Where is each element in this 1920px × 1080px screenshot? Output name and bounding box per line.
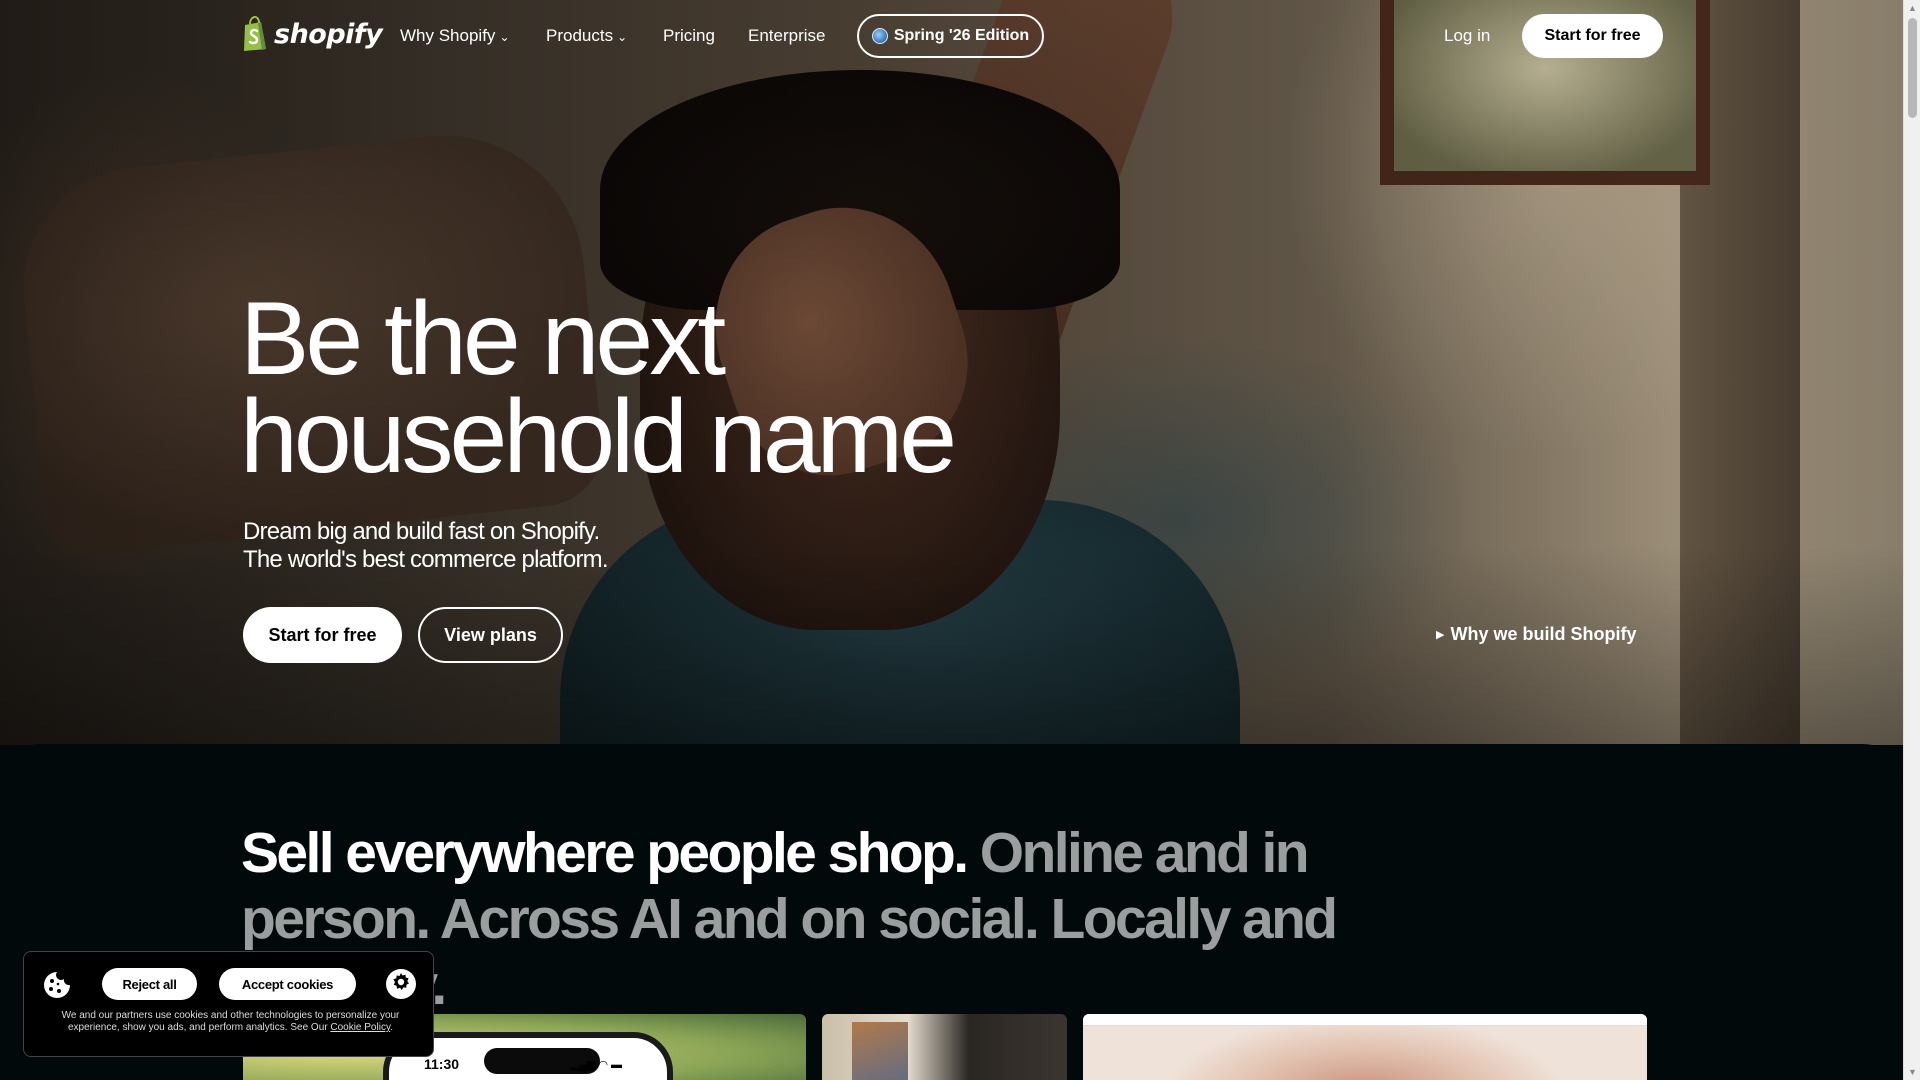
- hero-headline-line-2: household name: [240, 379, 957, 495]
- nav-products[interactable]: Products ⌄: [546, 26, 627, 46]
- logo-wordmark: shopify: [274, 18, 383, 50]
- gear-icon: [391, 972, 411, 997]
- nav-pricing[interactable]: Pricing: [663, 26, 715, 46]
- play-icon: ▶: [1436, 629, 1445, 641]
- phone-status-icons: ▂▄▆ ◠ ▬: [570, 1059, 622, 1071]
- view-plans-button[interactable]: View plans: [418, 607, 563, 663]
- globe-icon: [871, 28, 888, 44]
- storefront-hero-image: [1083, 1026, 1647, 1080]
- wall-artwork-image: [852, 1022, 908, 1080]
- why-we-build-video-link[interactable]: ▶ Why we build Shopify: [1436, 624, 1636, 645]
- phone-time: 11:30: [424, 1056, 460, 1072]
- showcase-card-storefront[interactable]: [1083, 1014, 1647, 1080]
- nav-why-shopify-label: Why Shopify: [400, 26, 496, 45]
- page-scrollbar[interactable]: ▲ ▼: [1903, 0, 1920, 1080]
- cookie-icon: [42, 970, 72, 1000]
- spring-edition-label: Spring '26 Edition: [893, 27, 1030, 44]
- cookie-consent-banner: Reject all Accept cookies We and our par…: [23, 951, 434, 1057]
- nav-products-label: Products: [546, 26, 614, 45]
- shopify-bag-icon: [242, 15, 268, 52]
- shopify-logo[interactable]: shopify: [242, 15, 383, 52]
- nav-why-shopify[interactable]: Why Shopify ⌄: [400, 26, 510, 46]
- hero-headline-line-1: Be the next: [240, 281, 726, 397]
- accept-cookies-button[interactable]: Accept cookies: [219, 968, 356, 1000]
- cookie-policy-link[interactable]: Cookie Policy: [330, 1022, 390, 1033]
- nav-pricing-label: Pricing: [663, 26, 715, 45]
- hero-subheadline-line-2: The world's best commerce platform.: [243, 546, 609, 573]
- cookie-description-end: .: [390, 1022, 393, 1033]
- nav-enterprise-label: Enterprise: [748, 26, 826, 45]
- storefront-nav-bar: [1083, 1014, 1647, 1026]
- sell-heading-lead: Sell everywhere people shop.: [241, 821, 969, 885]
- hero-headline: Be the next household name: [240, 281, 957, 495]
- chevron-down-icon: ⌄: [617, 30, 628, 44]
- cookie-settings-button[interactable]: [386, 969, 416, 999]
- top-navigation: shopify Why Shopify ⌄ Products ⌄ Pricing…: [0, 0, 1903, 72]
- reject-all-cookies-button[interactable]: Reject all: [102, 968, 197, 1000]
- hero-subheadline-line-1: Dream big and build fast on Shopify.: [243, 518, 600, 545]
- chevron-down-icon: ⌄: [499, 30, 510, 44]
- nav-start-free-button[interactable]: Start for free: [1522, 14, 1663, 58]
- why-we-build-label: Why we build Shopify: [1450, 624, 1637, 644]
- login-link[interactable]: Log in: [1444, 26, 1490, 46]
- cookie-description: We and our partners use cookies and othe…: [48, 1010, 413, 1034]
- scroll-up-arrow-icon[interactable]: ▲: [1908, 3, 1917, 13]
- scroll-down-arrow-icon[interactable]: ▼: [1908, 1067, 1917, 1077]
- hero-start-free-button[interactable]: Start for free: [243, 607, 402, 663]
- spring-edition-button[interactable]: Spring '26 Edition: [857, 14, 1044, 58]
- showcase-card-retail[interactable]: [822, 1014, 1067, 1080]
- scrollbar-thumb[interactable]: [1908, 18, 1917, 118]
- hero-subheadline: Dream big and build fast on Shopify. The…: [243, 518, 609, 574]
- nav-enterprise[interactable]: Enterprise: [748, 26, 825, 46]
